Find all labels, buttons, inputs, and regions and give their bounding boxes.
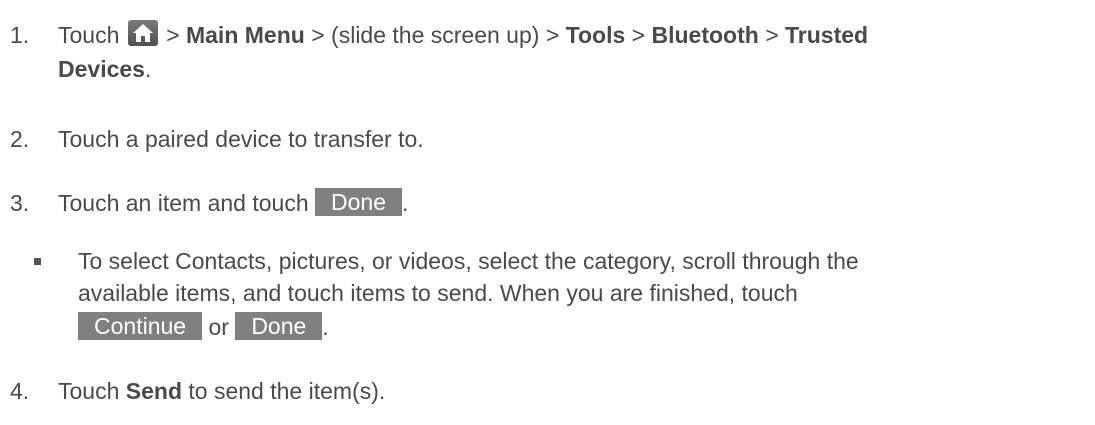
period: . [144, 56, 152, 82]
step-text: Touch an item and touch Done. [58, 186, 1085, 220]
sub-bullet-line-3: Continue or Done. [78, 310, 1085, 344]
menu-tools: Tools [565, 22, 626, 48]
step-number: 2. [10, 126, 30, 152]
separator: > [545, 22, 560, 48]
continue-button: Continue [78, 312, 203, 340]
sub-bullet-line-1: To select Contacts, pictures, or videos,… [78, 248, 859, 274]
sub-bullet-line-2: available items, and touch items to send… [78, 280, 798, 306]
word-touch: Touch [58, 22, 120, 48]
done-button: Done [235, 312, 323, 340]
or-text: or [208, 314, 229, 340]
slide-hint: (slide the screen up) [331, 22, 540, 48]
period: . [401, 190, 409, 216]
step-number: 3. [10, 190, 30, 216]
word-touch: Touch [58, 378, 120, 404]
separator: > [166, 22, 180, 48]
separator: > [765, 22, 779, 48]
done-button: Done [315, 188, 402, 216]
step-text: Touch a paired device to transfer to. [58, 126, 424, 152]
step-number: 4. [10, 378, 30, 404]
menu-trusted: Trusted [785, 22, 869, 48]
step-text-content: Touch an item and touch [58, 190, 309, 216]
period: . [322, 314, 329, 340]
menu-bluetooth: Bluetooth [651, 22, 759, 48]
step-text-continued: Devices. [58, 52, 1085, 86]
step-text-rest: to send the item(s). [188, 378, 386, 404]
step-text: Touch Send to send the item(s). [58, 374, 1085, 408]
bullet-icon [34, 258, 41, 265]
separator: > [631, 22, 646, 48]
home-icon [127, 20, 158, 46]
menu-devices: Devices [58, 56, 145, 82]
send-label: Send [125, 378, 182, 404]
menu-main-menu: Main Menu [185, 22, 305, 48]
step-number: 1. [10, 22, 30, 48]
separator: > [311, 22, 325, 48]
step-text: Touch > Main Menu > (slide the screen up… [58, 18, 1085, 52]
